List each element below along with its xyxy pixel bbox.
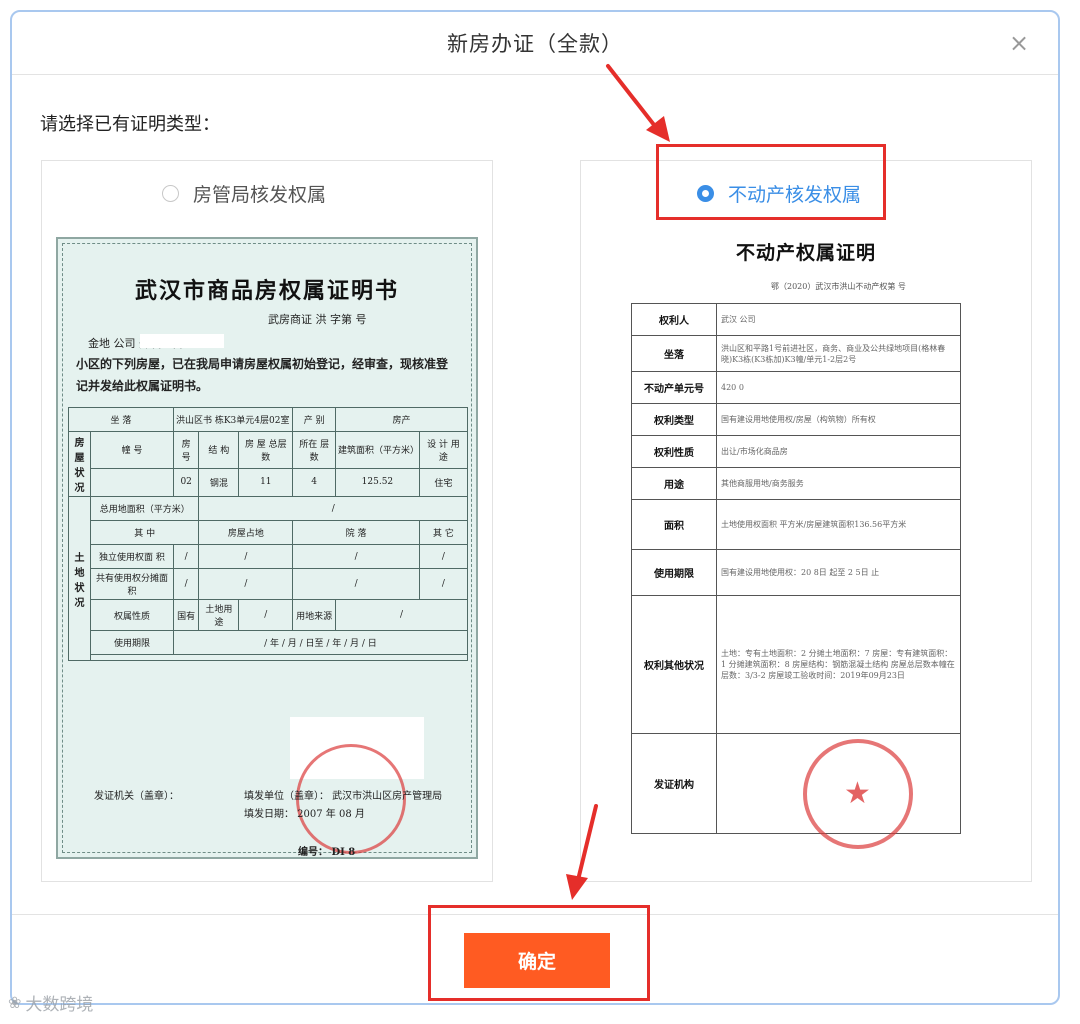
table-cell: / 年 / 月 / 日至 / 年 / 月 / 日 (172, 630, 469, 655)
table-cell: / (418, 568, 469, 600)
serial-number: 编号： DI 8 (298, 847, 356, 858)
table-cell: 国有建设用地使用权/房屋（构筑物）所有权 (716, 403, 961, 436)
option-panel-real-estate[interactable]: 不动产核发权属 不动产权属证明 鄂（2020）武汉市洪山不动产权第 号 权利人武… (580, 160, 1032, 882)
star-icon: ★ (844, 776, 871, 811)
table-cell: 土地用途 (198, 599, 240, 631)
table-cell: 02 (172, 467, 200, 498)
table-cell: 洪山区书 栋K3单元4层02室 (172, 407, 294, 432)
table-cell: 武汉 公司 (716, 303, 961, 336)
table-cell: 国有建设用地使用权：20 8日 起至 2 5日 止 (716, 549, 961, 596)
table-cell: / (172, 568, 200, 600)
certificate-type-prompt: 请选择已有证明类型： (40, 114, 220, 135)
housing-bureau-certificate-image: 武汉市商品房权属证明书 武房商证 洪 字第 号 金地 公司 开发经营的 金 小区… (56, 237, 478, 859)
table-cell: 权利性质 (631, 435, 717, 468)
table-cell: 产 别 (292, 407, 336, 432)
watermark-logo-icon: ❀ (8, 993, 22, 1012)
table-cell: 权利其他状况 (631, 595, 717, 734)
table-cell: 用途 (631, 467, 717, 500)
table-cell: 发证机构 (631, 733, 717, 834)
table-cell (90, 654, 468, 661)
option-panel-housing-bureau[interactable]: 房管局核发权属 武汉市商品房权属证明书 武房商证 洪 字第 号 金地 公司 开发… (41, 160, 493, 882)
close-icon[interactable]: × (1006, 30, 1032, 56)
table-cell: / (238, 599, 294, 631)
radio-option-real-estate[interactable]: 不动产核发权属 (697, 180, 861, 207)
table-cell: 独立使用权面 积 (90, 544, 174, 569)
new-house-certificate-dialog: 新房办证（全款） × 请选择已有证明类型： 房管局核发权属 武汉市商品房权属证明… (10, 10, 1060, 1005)
table-cell: 使用期限 (90, 630, 174, 655)
table-cell: 11 (238, 467, 294, 498)
table-cell: 其他商服用地/商务服务 (716, 467, 961, 500)
table-cell: 使用期限 (631, 549, 717, 596)
table-cell: 院 落 (292, 520, 420, 545)
table-cell: 坐 落 (68, 407, 174, 432)
table-cell: 住宅 (418, 467, 469, 498)
table-cell: 不动产单元号 (631, 371, 717, 404)
table-cell: / (334, 599, 469, 631)
filling-date-line: 填发日期： 2007 年 08 月 (244, 809, 365, 820)
table-cell: 420 0 (716, 371, 961, 404)
real-estate-table: 权利人 武汉 公司 坐落 洪山区和平路1号前进社区，商务、商业及公共绿地项目(格林春… (631, 303, 961, 834)
table-cell: 洪山区和平路1号前进社区，商务、商业及公共绿地项目(格林春晓)K3栋(K3栋加)… (716, 335, 961, 372)
table-cell: 房 屋 总层数 (238, 431, 294, 469)
table-cell: 权利人 (631, 303, 717, 336)
table-cell: / (418, 544, 469, 569)
table-cell: 钢混 (198, 467, 240, 498)
table-cell: 用地来源 (292, 599, 336, 631)
table-cell: / (198, 496, 468, 521)
table-cell: 出让/市场化商品房 (716, 435, 961, 468)
filling-unit-line: 填发单位（盖章）： 武汉市洪山区房产管理局 (244, 791, 443, 802)
table-cell: 结 构 (198, 431, 240, 469)
radio-option-label: 不动产核发权属 (728, 184, 862, 206)
footer-divider (12, 914, 1058, 915)
radio-option-housing-bureau[interactable]: 房管局核发权属 (162, 180, 326, 207)
dialog-title: 新房办证（全款） (447, 32, 623, 56)
table-cell: 国有 (172, 599, 200, 631)
table-cell: 其 它 (418, 520, 469, 545)
table-cell: 共有使用权分摊面积 (90, 568, 174, 600)
table-cell: / (292, 568, 420, 600)
table-cell: / (172, 544, 200, 569)
watermark: ❀ 大数跨境 (8, 990, 93, 1015)
table-cell: 面积 (631, 499, 717, 550)
table-cell: 房产 (334, 407, 469, 432)
table-cell: 坐落 (631, 335, 717, 372)
real-estate-certificate-title: 不动产权属证明 (735, 242, 876, 264)
table-cell: 土地：专有土地面积：2 分摊土地面积：7 房屋：专有建筑面积：1 分摊建筑面积：… (716, 595, 961, 734)
table-cell: / (198, 568, 294, 600)
watermark-text: 大数跨境 (25, 995, 94, 1015)
table-cell: 土地状况 (68, 496, 91, 661)
table-cell: 总用地面积（平方米） (89, 496, 200, 521)
property-table: 坐 落 洪山区书 栋K3单元4层02室 产 别 房产 房屋状况 幢 号 房 号 … (68, 407, 469, 661)
real-estate-certificate-number: 鄂（2020）武汉市洪山不动产权第 号 (771, 282, 906, 291)
table-cell: 4 (292, 467, 336, 498)
table-cell: 土地使用权面积 平方米/房屋建筑面积136.56平方米 (716, 499, 961, 550)
table-cell: 幢 号 (90, 431, 174, 469)
certificate-number-line: 武房商证 洪 字第 号 (268, 313, 367, 326)
dialog-header: 新房办证（全款） × (12, 12, 1058, 75)
table-cell: 房 号 (172, 431, 200, 469)
table-cell (90, 467, 174, 498)
certificate-paragraph: 小区的下列房屋，已在我局申请房屋权属初始登记，经审查，现核准登记并发给此权属证明… (76, 357, 449, 393)
radio-unchecked-icon[interactable] (162, 185, 179, 202)
table-cell: 权属性质 (90, 599, 174, 631)
table-cell: 设 计 用 途 (418, 431, 469, 469)
table-cell: 房屋状况 (68, 431, 91, 497)
table-cell: / (292, 544, 420, 569)
table-cell: / (198, 544, 294, 569)
table-cell: 建筑面积（平方米） (334, 431, 420, 469)
certificate-title: 武汉市商品房权属证明书 (134, 278, 399, 304)
radio-option-label: 房管局核发权属 (193, 184, 327, 206)
table-cell: 其 中 (89, 520, 200, 545)
issuing-authority-label: 发证机关（盖章）： (94, 791, 179, 802)
redaction-mask (140, 334, 224, 348)
table-cell: 125.52 (334, 467, 420, 498)
table-cell: 权利类型 (631, 403, 717, 436)
table-cell: 房屋占地 (198, 520, 294, 545)
confirm-button[interactable]: 确定 (464, 933, 610, 988)
radio-checked-icon[interactable] (697, 185, 714, 202)
table-cell: 所在 层数 (292, 431, 336, 469)
